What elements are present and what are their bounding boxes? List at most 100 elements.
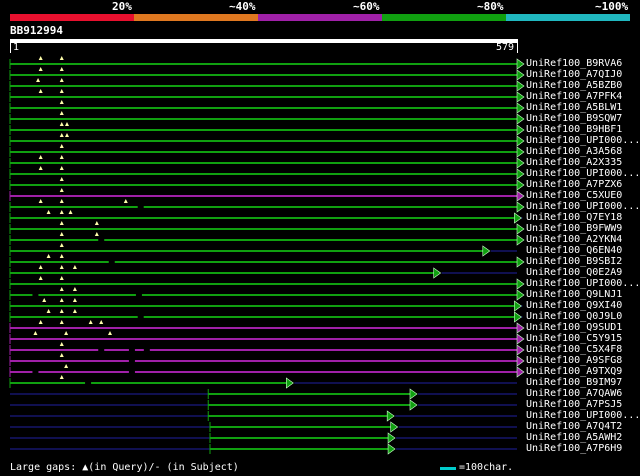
hit-label-link[interactable]: UniRef100_Q0E2A9 [526,267,622,278]
query-gap-marker [38,320,43,324]
hit-end-arrow [386,410,395,422]
hit-end-arrow [516,179,525,191]
query-gap-marker [59,254,64,258]
query-gap-marker [59,111,64,115]
query-gap-marker [46,210,51,214]
hit-end-arrow [516,344,525,356]
hit-label-link[interactable]: UniRef100_A9TXQ9 [526,366,622,377]
hit-label-link[interactable]: UniRef100_A2YKN4 [526,234,622,245]
query-gap-marker [59,133,64,137]
hit-label-link[interactable]: UniRef100_A7P6H9 [526,443,622,454]
query-gap-marker [59,177,64,181]
hit-end-arrow [516,366,525,378]
hit-label-link[interactable]: UniRef100_B9SQW7 [526,113,622,124]
hit-label-link[interactable]: UniRef100_C5X4F8 [526,344,622,355]
hit-label-link[interactable]: UniRef100_Q9LNJ1 [526,289,622,300]
hit-label-link[interactable]: UniRef100_Q9SUD1 [526,322,622,333]
hit-end-arrow [387,432,396,444]
hit-label-link[interactable]: UniRef100_Q9XI40 [526,300,622,311]
hit-label-link[interactable]: UniRef100_A7PZX6 [526,179,622,190]
hit-end-arrow [514,212,522,224]
query-gap-marker [36,78,41,82]
query-gap-marker [38,67,43,71]
query-gap-marker [46,254,51,258]
hit-end-arrow [516,333,525,345]
scale-bar [440,467,456,470]
hit-label-link[interactable]: UniRef100_A7PSJ5 [526,399,622,410]
query-gap-marker [99,320,104,324]
hit-end-arrow [516,256,525,268]
hit-label-link[interactable]: UniRef100_A7QAW6 [526,388,622,399]
query-gap-marker [72,309,77,313]
query-gap-marker [94,232,99,236]
query-gap-marker [38,89,43,93]
hit-end-arrow [516,146,525,158]
hit-end-arrow [516,355,525,367]
query-gap-marker [59,265,64,269]
hit-label-link[interactable]: UniRef100_B9FWW9 [526,223,622,234]
query-gap-marker [64,331,69,335]
query-gap-marker [38,265,43,269]
hit-label-link[interactable]: UniRef100_A5BLW1 [526,102,622,113]
query-gap-marker [72,298,77,302]
hit-end-arrow [409,388,418,400]
hit-label-link[interactable]: UniRef100_A5BZB0 [526,80,622,91]
query-gap-marker [65,122,70,126]
query-gap-marker [59,353,64,357]
hit-end-arrow [286,377,294,389]
hit-end-arrow [516,201,525,213]
hit-label-link[interactable]: UniRef100_UPI000... [526,168,640,179]
query-gap-marker [59,342,64,346]
hit-label-link[interactable]: UniRef100_B9SBI2 [526,256,622,267]
query-gap-marker [59,210,64,214]
query-gap-marker [59,232,64,236]
hit-label-link[interactable]: UniRef100_Q0J9L0 [526,311,622,322]
hit-label-link[interactable]: UniRef100_UPI000... [526,410,640,421]
hit-label-link[interactable]: UniRef100_A3A568 [526,146,622,157]
query-gap-marker [123,199,128,203]
blast-overview: 20% ~40% ~60% ~80% ~100% BB912994 1 579 … [0,0,640,476]
hit-label-link[interactable]: UniRef100_B9HBF1 [526,124,622,135]
hit-label-link[interactable]: UniRef100_C5Y915 [526,333,622,344]
query-gap-marker [65,133,70,137]
hit-label-link[interactable]: UniRef100_A7Q4T2 [526,421,622,432]
query-gap-marker [59,320,64,324]
hit-end-arrow [482,245,491,257]
hit-end-arrow [516,102,525,114]
hit-label-link[interactable]: UniRef100_UPI000... [526,201,640,212]
hit-end-arrow [516,190,525,202]
query-gap-marker [42,298,47,302]
query-gap-marker [59,298,64,302]
hit-label-link[interactable]: UniRef100_UPI000... [526,135,640,146]
hit-label-link[interactable]: UniRef100_C5XUE0 [526,190,622,201]
hit-end-arrow [516,80,525,92]
hit-end-arrow [387,443,396,455]
hit-end-arrow [516,113,525,125]
hit-end-arrow [516,135,525,147]
hit-label-link[interactable]: UniRef100_A2X335 [526,157,622,168]
query-gap-marker [33,331,38,335]
query-gap-marker [59,166,64,170]
hit-label-link[interactable]: UniRef100_A5AWH2 [526,432,622,443]
hit-label-link[interactable]: UniRef100_A7QIJ0 [526,69,622,80]
hit-end-arrow [516,289,525,301]
hit-label-link[interactable]: UniRef100_UPI000... [526,278,640,289]
query-gap-marker [59,243,64,247]
hit-end-arrow [514,300,522,312]
hit-label-link[interactable]: UniRef100_Q6EN40 [526,245,622,256]
query-gap-marker [46,309,51,313]
query-gap-marker [38,199,43,203]
query-gap-marker [59,199,64,203]
query-gap-marker [88,320,93,324]
query-gap-marker [59,188,64,192]
hit-label-link[interactable]: UniRef100_A7PFK4 [526,91,622,102]
hit-label-link[interactable]: UniRef100_Q7EY18 [526,212,622,223]
gaps-legend: Large gaps: ▲(in Query)/- (in Subject) [10,462,239,474]
hit-label-link[interactable]: UniRef100_B9RVA6 [526,58,622,69]
hit-label-link[interactable]: UniRef100_A9SFG8 [526,355,622,366]
gaps-legend-label: Large gaps: [10,462,83,473]
hit-end-arrow [516,91,525,103]
hit-end-arrow [516,69,525,81]
query-gap-marker [72,287,77,291]
hit-label-link[interactable]: UniRef100_B9IM97 [526,377,622,388]
